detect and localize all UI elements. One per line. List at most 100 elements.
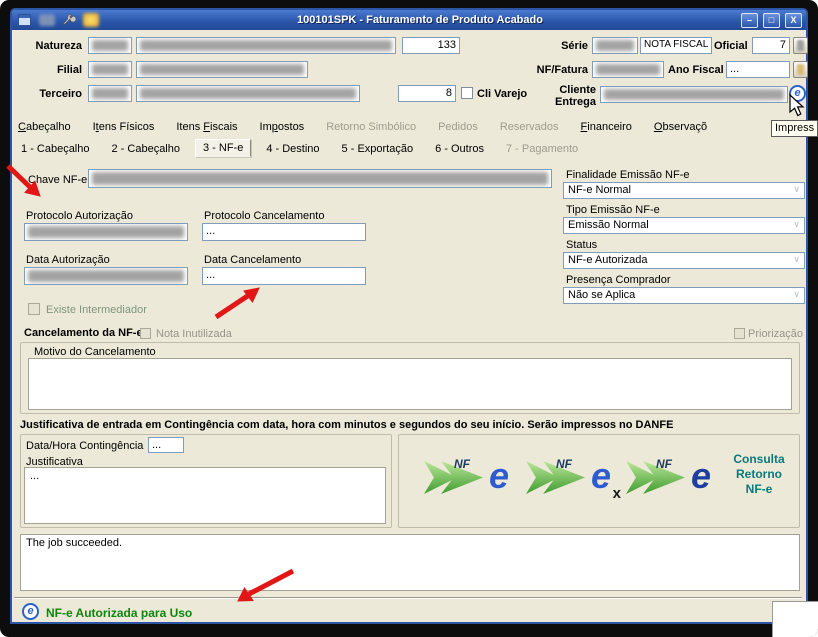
nfe-logo-x-text: x xyxy=(612,485,621,502)
minimize-button[interactable]: – xyxy=(741,12,758,28)
data-autorizacao-label: Data Autorização xyxy=(26,254,110,266)
data-autorizacao-field[interactable] xyxy=(24,267,188,285)
tipo-emissao-combo[interactable]: Emissão Normal xyxy=(563,217,805,234)
nfe-cancelada-logo-button[interactable]: NF e x xyxy=(526,452,621,502)
tooltip: Impress xyxy=(771,120,818,137)
subtab-3-nf-e[interactable]: 3 - NF-e xyxy=(195,139,252,157)
subtab-2-cabecalho[interactable]: 2 - Cabeçalho xyxy=(105,141,188,157)
filial-code-field[interactable] xyxy=(88,61,132,78)
redacted-value xyxy=(140,64,304,75)
redacted-value xyxy=(92,172,548,185)
protocolo-cancelamento-field[interactable]: ... xyxy=(202,223,366,241)
oficial-label: Oficial xyxy=(714,40,748,52)
chave-nfe-label: Chave NF-e xyxy=(28,174,88,186)
serie-desc-field[interactable]: NOTA FISCAL ELE xyxy=(640,37,712,54)
tab-financeiro[interactable]: Financeiro xyxy=(581,121,632,133)
protocolo-autorizacao-label: Protocolo Autorização xyxy=(26,210,134,222)
justificativa-textarea[interactable]: ... xyxy=(24,467,386,524)
cli-varejo-checkbox[interactable] xyxy=(461,87,473,99)
data-hora-contingencia-label: Data/Hora Contingência xyxy=(26,440,144,452)
background-window-artifact xyxy=(772,601,818,637)
close-button[interactable]: X xyxy=(785,12,802,28)
nfe-logo-nf-text: NF xyxy=(556,457,572,471)
nfe-retorno-logo-button[interactable]: NF e xyxy=(626,452,718,502)
subtab-7-pagamento: 7 - Pagamento xyxy=(506,143,579,155)
ano-fiscal-field[interactable]: ... xyxy=(726,61,790,78)
maximize-button[interactable]: □ xyxy=(763,12,780,28)
data-cancelamento-field[interactable]: ... xyxy=(202,267,366,285)
subtab-1-cabecalho[interactable]: 1 - Cabeçalho xyxy=(14,141,97,157)
tab-retorno-simbolico: Retorno Simbólico xyxy=(326,121,417,133)
wrench-icon[interactable] xyxy=(60,13,77,28)
redacted-value xyxy=(596,40,634,51)
status-combo[interactable]: NF-e Autorizada xyxy=(563,252,805,269)
subtab-6-outros[interactable]: 6 - Outros xyxy=(428,141,491,157)
finalidade-combo[interactable]: NF-e Normal xyxy=(563,182,805,199)
statusbar-divider-highlight xyxy=(14,598,802,599)
protocolo-cancelamento-label: Protocolo Cancelamento xyxy=(204,210,325,222)
tab-itens-fisicos[interactable]: Itens Físicos xyxy=(93,121,155,133)
serie-label: Série xyxy=(561,40,588,52)
terceiro-desc-field[interactable] xyxy=(136,85,360,102)
filial-desc-field[interactable] xyxy=(136,61,308,78)
priorizacao-checkbox xyxy=(734,328,745,339)
cancelamento-title: Cancelamento da NF-e xyxy=(24,327,143,339)
nfe-logo-e-text: e xyxy=(590,455,611,496)
folder-button[interactable] xyxy=(793,61,808,78)
tab-itens-fiscais[interactable]: Itens Fiscais xyxy=(176,121,237,133)
nfe-logo-e-text: e xyxy=(690,455,711,496)
consulta-line: NF-e xyxy=(745,482,773,496)
natureza-num-field[interactable]: 133 xyxy=(402,37,460,54)
redacted-value xyxy=(596,64,660,75)
tab-cabecalho[interactable]: Cabeçalho xyxy=(18,121,71,133)
title-bar: 100101SPK - Faturamento de Produto Acaba… xyxy=(12,10,806,30)
priorizacao-label: Priorização xyxy=(748,328,804,340)
data-cancelamento-label: Data Cancelamento xyxy=(204,254,302,266)
consulta-retorno-label: Consulta Retorno NF-e xyxy=(722,452,796,497)
screenshot-frame: 100101SPK - Faturamento de Produto Acaba… xyxy=(0,0,818,637)
finalidade-label: Finalidade Emissão NF-e xyxy=(566,169,690,181)
job-log-textarea[interactable]: The job succeeded. xyxy=(20,534,800,591)
oficial-field[interactable]: 7 xyxy=(752,37,790,54)
chave-nfe-field[interactable] xyxy=(88,169,552,188)
serie-field[interactable] xyxy=(592,37,638,54)
terceiro-code-field[interactable] xyxy=(88,85,132,102)
subtab-5-exportacao[interactable]: 5 - Exportação xyxy=(335,141,421,157)
terceiro-label: Terceiro xyxy=(39,88,82,100)
tab-observaco[interactable]: Observaçõ xyxy=(654,121,707,133)
toolbar-icon-blurred[interactable] xyxy=(38,13,55,28)
data-hora-contingencia-field[interactable]: ... xyxy=(148,437,184,453)
nf-fatura-label: NF/Fatura xyxy=(536,64,588,76)
motivo-textarea[interactable] xyxy=(28,358,792,410)
presenca-combo[interactable]: Não se Aplica xyxy=(563,287,805,304)
natureza-desc-field[interactable] xyxy=(136,37,396,54)
terceiro-num-field[interactable]: 8 xyxy=(398,85,456,102)
tab-impostos[interactable]: Impostos xyxy=(260,121,305,133)
nota-inutilizada-checkbox xyxy=(140,328,151,339)
lamp-icon[interactable] xyxy=(82,13,99,28)
redacted-value xyxy=(140,88,356,99)
cli-varejo-label: Cli Varejo xyxy=(477,88,528,100)
nf-fatura-field[interactable] xyxy=(592,61,664,78)
protocolo-autorizacao-field[interactable] xyxy=(24,223,188,241)
natureza-code-field[interactable] xyxy=(88,37,132,54)
ano-fiscal-label: Ano Fiscal xyxy=(668,64,724,76)
redacted-value xyxy=(92,40,128,51)
window-title: 100101SPK - Faturamento de Produto Acaba… xyxy=(297,14,543,26)
status-label: Status xyxy=(566,239,598,251)
nfe-consulta-logo-button[interactable]: NF e xyxy=(424,452,516,502)
status-message: NF-e Autorizada para Uso xyxy=(46,606,193,620)
cliente-label: Cliente xyxy=(559,84,596,96)
app-icon[interactable] xyxy=(16,13,33,28)
subtab-4-destino[interactable]: 4 - Destino xyxy=(259,141,326,157)
contingencia-header: Justificativa de entrada em Contingência… xyxy=(20,419,674,431)
tipo-emissao-label: Tipo Emissão NF-e xyxy=(566,204,660,216)
cliente-entrega-field[interactable] xyxy=(600,86,788,103)
lookup-button-1[interactable] xyxy=(793,37,808,54)
filial-label: Filial xyxy=(56,64,82,76)
redacted-icon xyxy=(797,40,804,51)
redacted-value xyxy=(604,89,784,100)
redacted-value xyxy=(28,226,184,238)
folder-icon xyxy=(797,64,804,75)
nfe-logo-nf-text: NF xyxy=(656,457,672,471)
